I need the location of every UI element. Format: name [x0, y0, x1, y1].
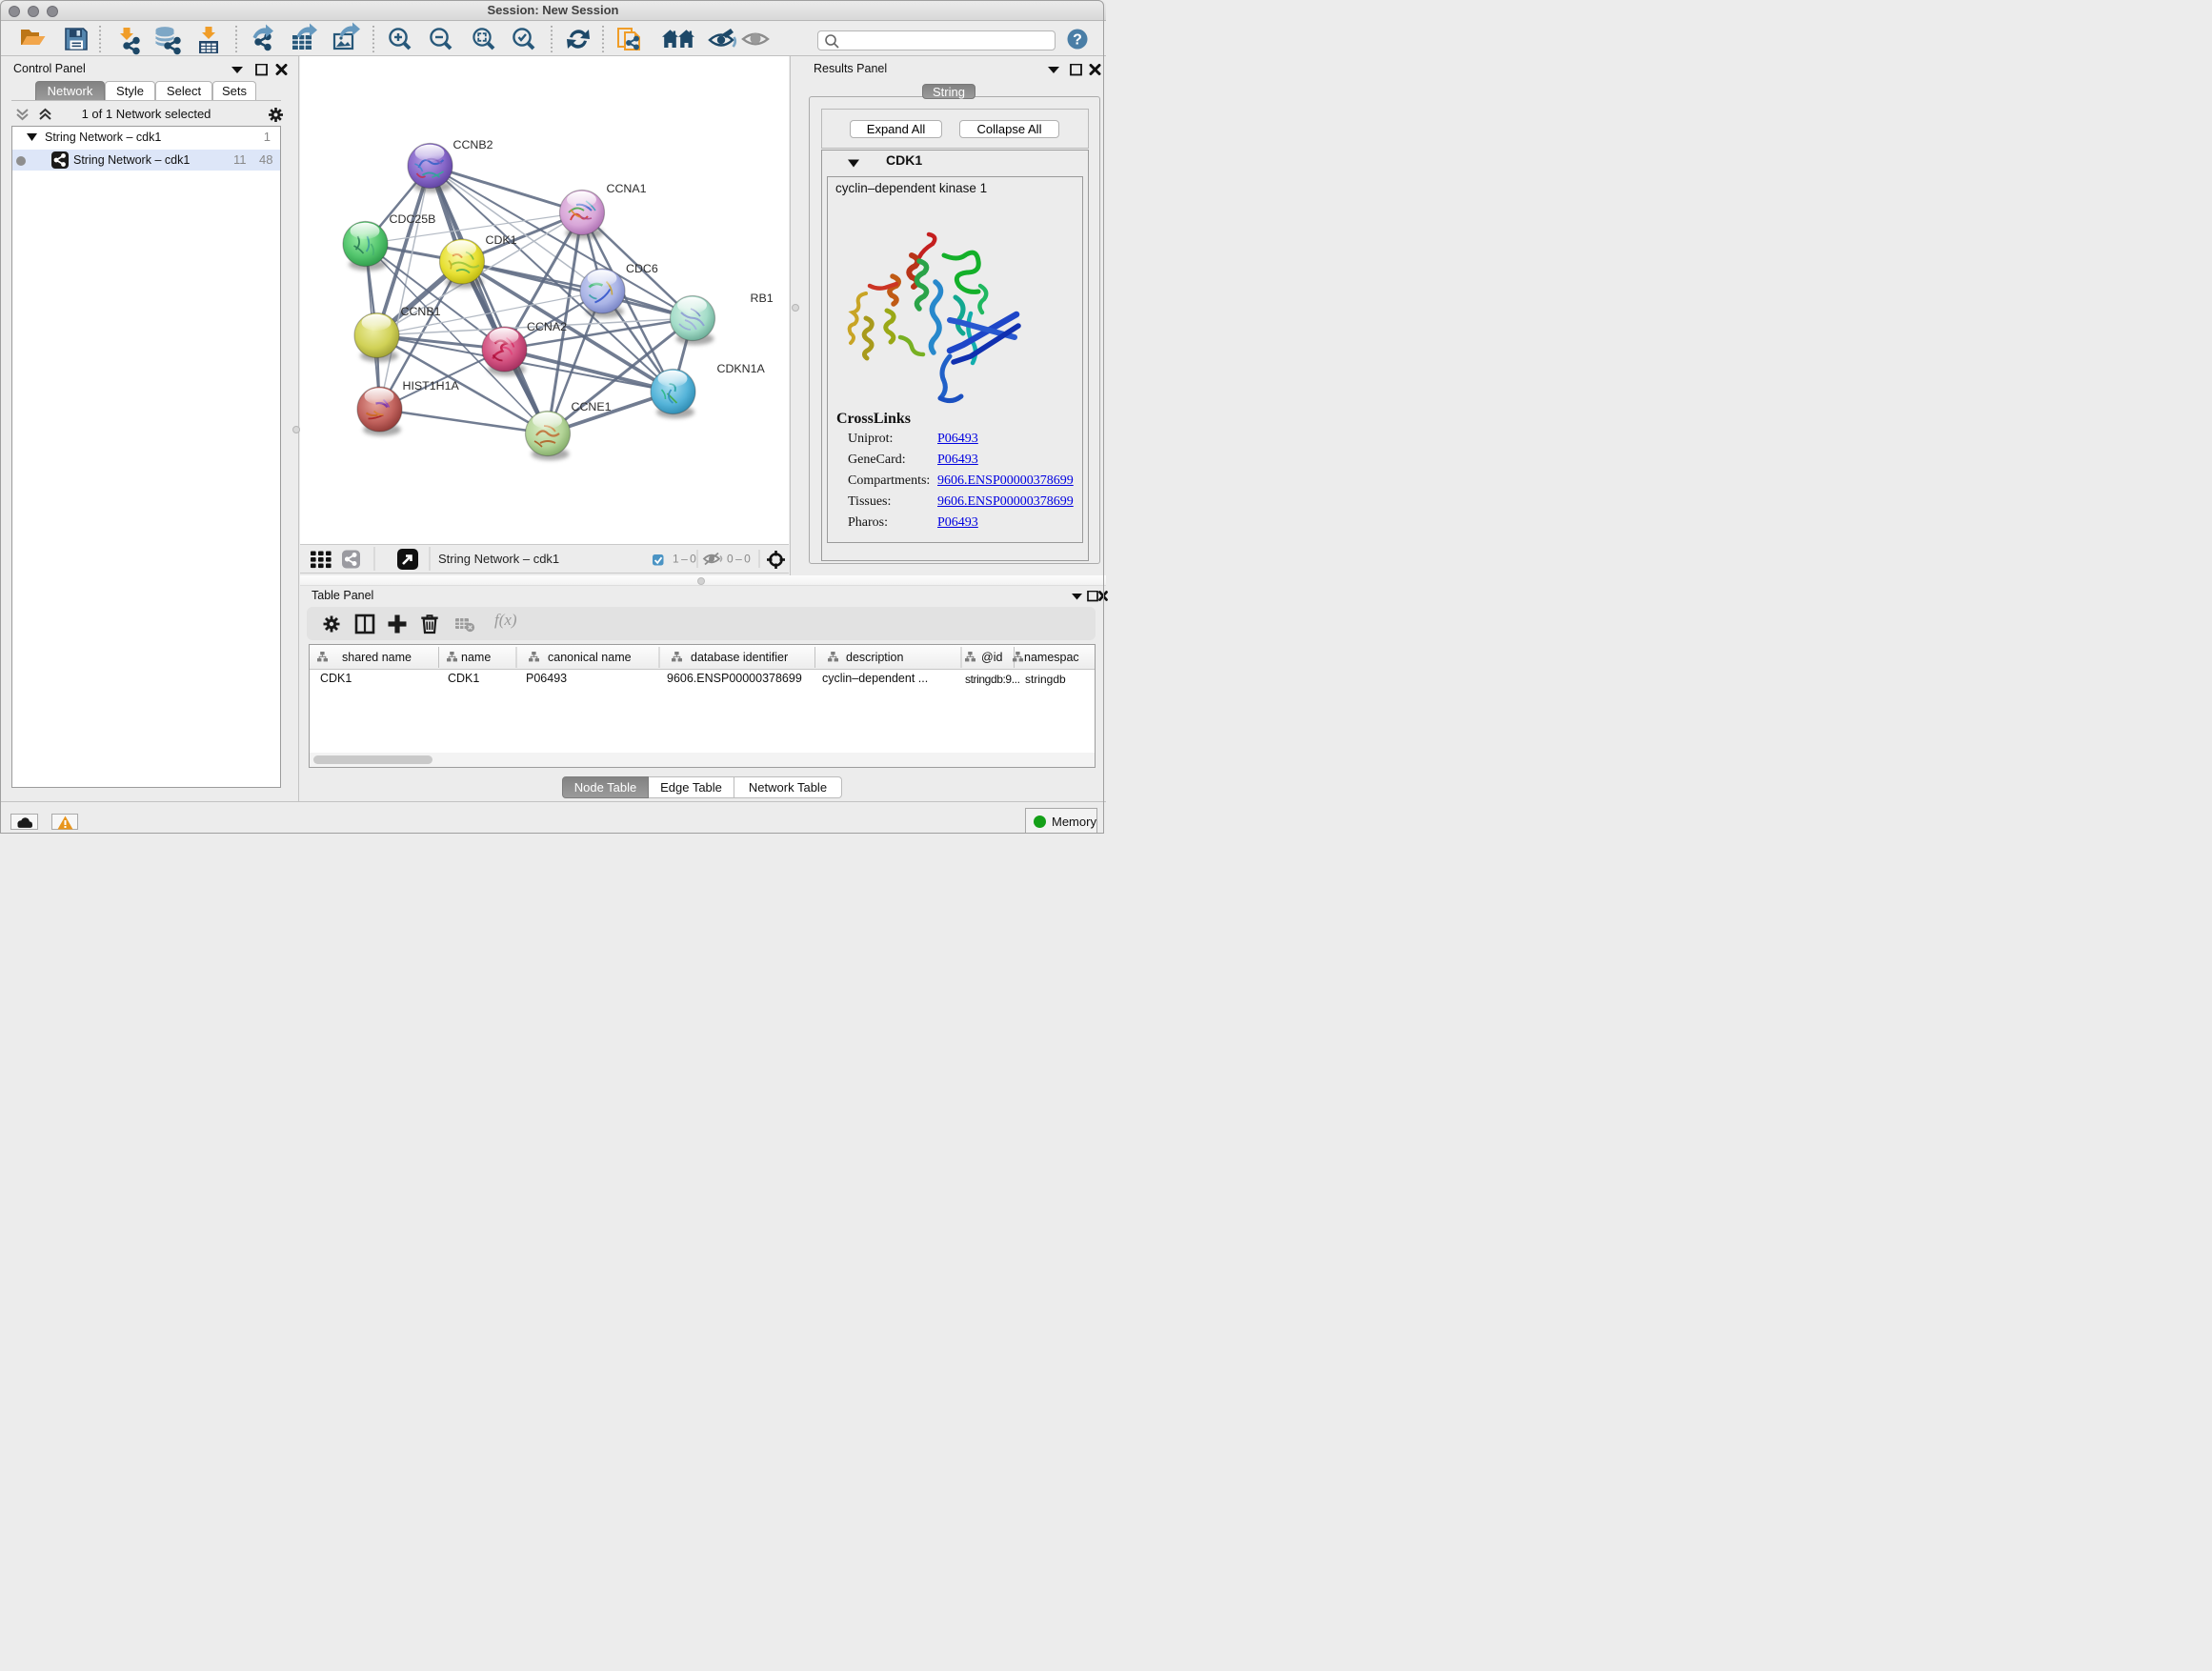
svg-text:String Network – cdk1: String Network – cdk1 [438, 552, 559, 566]
svg-text:RB1: RB1 [751, 292, 774, 305]
svg-text:CCNA2: CCNA2 [527, 320, 567, 333]
svg-text:name: name [461, 651, 491, 664]
svg-text:canonical name: canonical name [548, 651, 632, 664]
svg-text:description: description [846, 651, 903, 664]
svg-text:CDC25B: CDC25B [390, 212, 436, 226]
svg-text:CDKN1A: CDKN1A [717, 362, 766, 375]
svg-text:namespac: namespac [1024, 651, 1079, 664]
svg-text:0 – 0: 0 – 0 [727, 553, 751, 566]
svg-text:?: ? [1073, 32, 1082, 49]
svg-text:HIST1H1A: HIST1H1A [403, 379, 460, 393]
svg-text:CDC6: CDC6 [626, 262, 658, 275]
svg-text:shared name: shared name [342, 651, 412, 664]
svg-text:CCNB2: CCNB2 [453, 138, 493, 151]
svg-text:CCNE1: CCNE1 [572, 400, 612, 413]
svg-text:@id: @id [981, 651, 1002, 664]
svg-text:CCNA1: CCNA1 [607, 182, 647, 195]
svg-text:CCNB1: CCNB1 [401, 305, 441, 318]
svg-text:CDK1: CDK1 [486, 233, 517, 247]
svg-text:database identifier: database identifier [691, 651, 788, 664]
svg-text:1 – 0: 1 – 0 [673, 553, 696, 566]
